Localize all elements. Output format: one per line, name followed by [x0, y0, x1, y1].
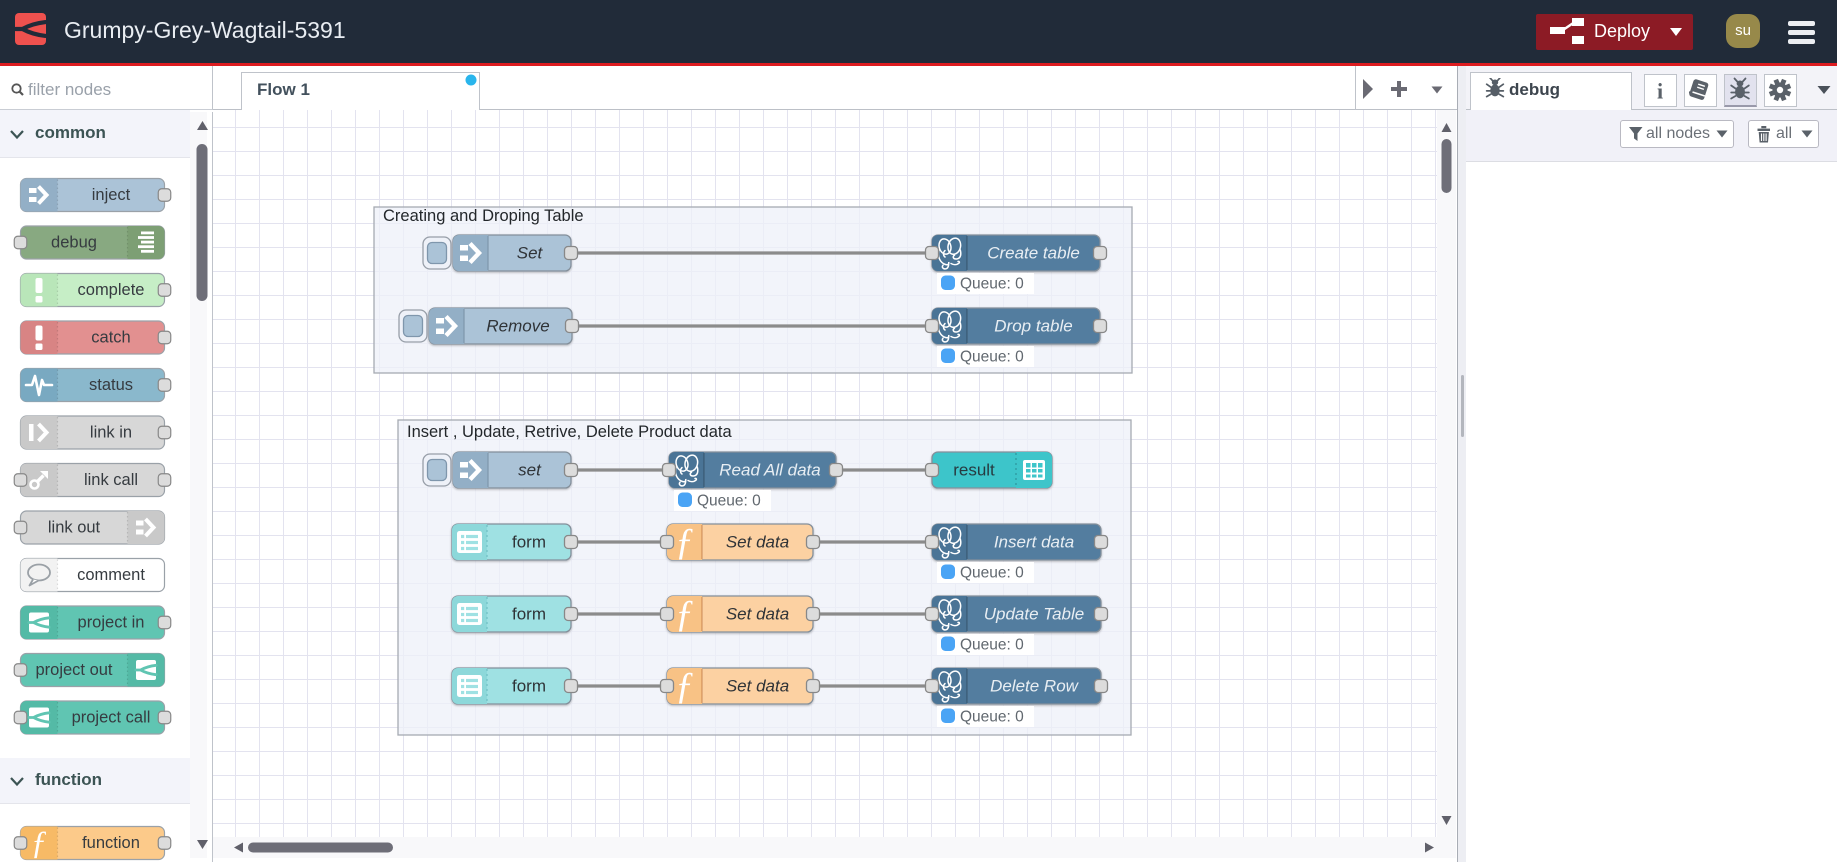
svg-text:project in: project in [78, 614, 145, 632]
svg-text:Queue: 0: Queue: 0 [697, 493, 761, 510]
svg-text:Set data: Set data [726, 605, 789, 624]
svg-text:set: set [518, 461, 542, 480]
svg-text:debug: debug [51, 234, 97, 252]
svg-text:Remove: Remove [486, 317, 549, 336]
svg-text:link in: link in [90, 424, 132, 442]
svg-text:link out: link out [48, 519, 101, 537]
svg-text:Insert , Update, Retrive, Dele: Insert , Update, Retrive, Delete Product… [407, 423, 732, 441]
svg-text:form: form [512, 605, 546, 624]
svg-text:Queue: 0: Queue: 0 [960, 565, 1024, 582]
svg-text:inject: inject [92, 186, 131, 204]
svg-text:Queue: 0: Queue: 0 [960, 349, 1024, 366]
svg-text:form: form [512, 677, 546, 696]
svg-text:result: result [953, 461, 995, 480]
svg-text:Update Table: Update Table [984, 605, 1085, 624]
svg-text:project out: project out [35, 661, 112, 679]
svg-text:catch: catch [91, 329, 130, 347]
svg-text:complete: complete [78, 281, 145, 299]
svg-text:i: i [1657, 79, 1663, 104]
svg-text:Set data: Set data [726, 677, 789, 696]
svg-text:Queue: 0: Queue: 0 [960, 276, 1024, 293]
svg-text:Set: Set [517, 244, 544, 263]
svg-text:ƒ: ƒ [675, 521, 694, 563]
svg-text:Read All data: Read All data [719, 461, 820, 480]
svg-text:form: form [512, 533, 546, 552]
svg-text:ƒ: ƒ [675, 593, 694, 635]
svg-text:status: status [89, 376, 133, 394]
svg-text:Insert data: Insert data [994, 533, 1074, 552]
svg-text:Queue: 0: Queue: 0 [960, 637, 1024, 654]
svg-text:project call: project call [72, 709, 151, 727]
svg-text:ƒ: ƒ [31, 825, 48, 861]
svg-text:Delete Row: Delete Row [990, 677, 1080, 696]
svg-text:Set data: Set data [726, 533, 789, 552]
svg-text:Drop table: Drop table [994, 317, 1072, 336]
svg-text:comment: comment [77, 566, 145, 584]
svg-text:function: function [82, 834, 140, 852]
svg-text:ƒ: ƒ [675, 665, 694, 707]
svg-text:Create table: Create table [987, 244, 1080, 263]
svg-text:Queue: 0: Queue: 0 [960, 709, 1024, 726]
svg-text:Creating and Droping Table: Creating and Droping Table [383, 207, 584, 225]
svg-text:link call: link call [84, 471, 138, 489]
